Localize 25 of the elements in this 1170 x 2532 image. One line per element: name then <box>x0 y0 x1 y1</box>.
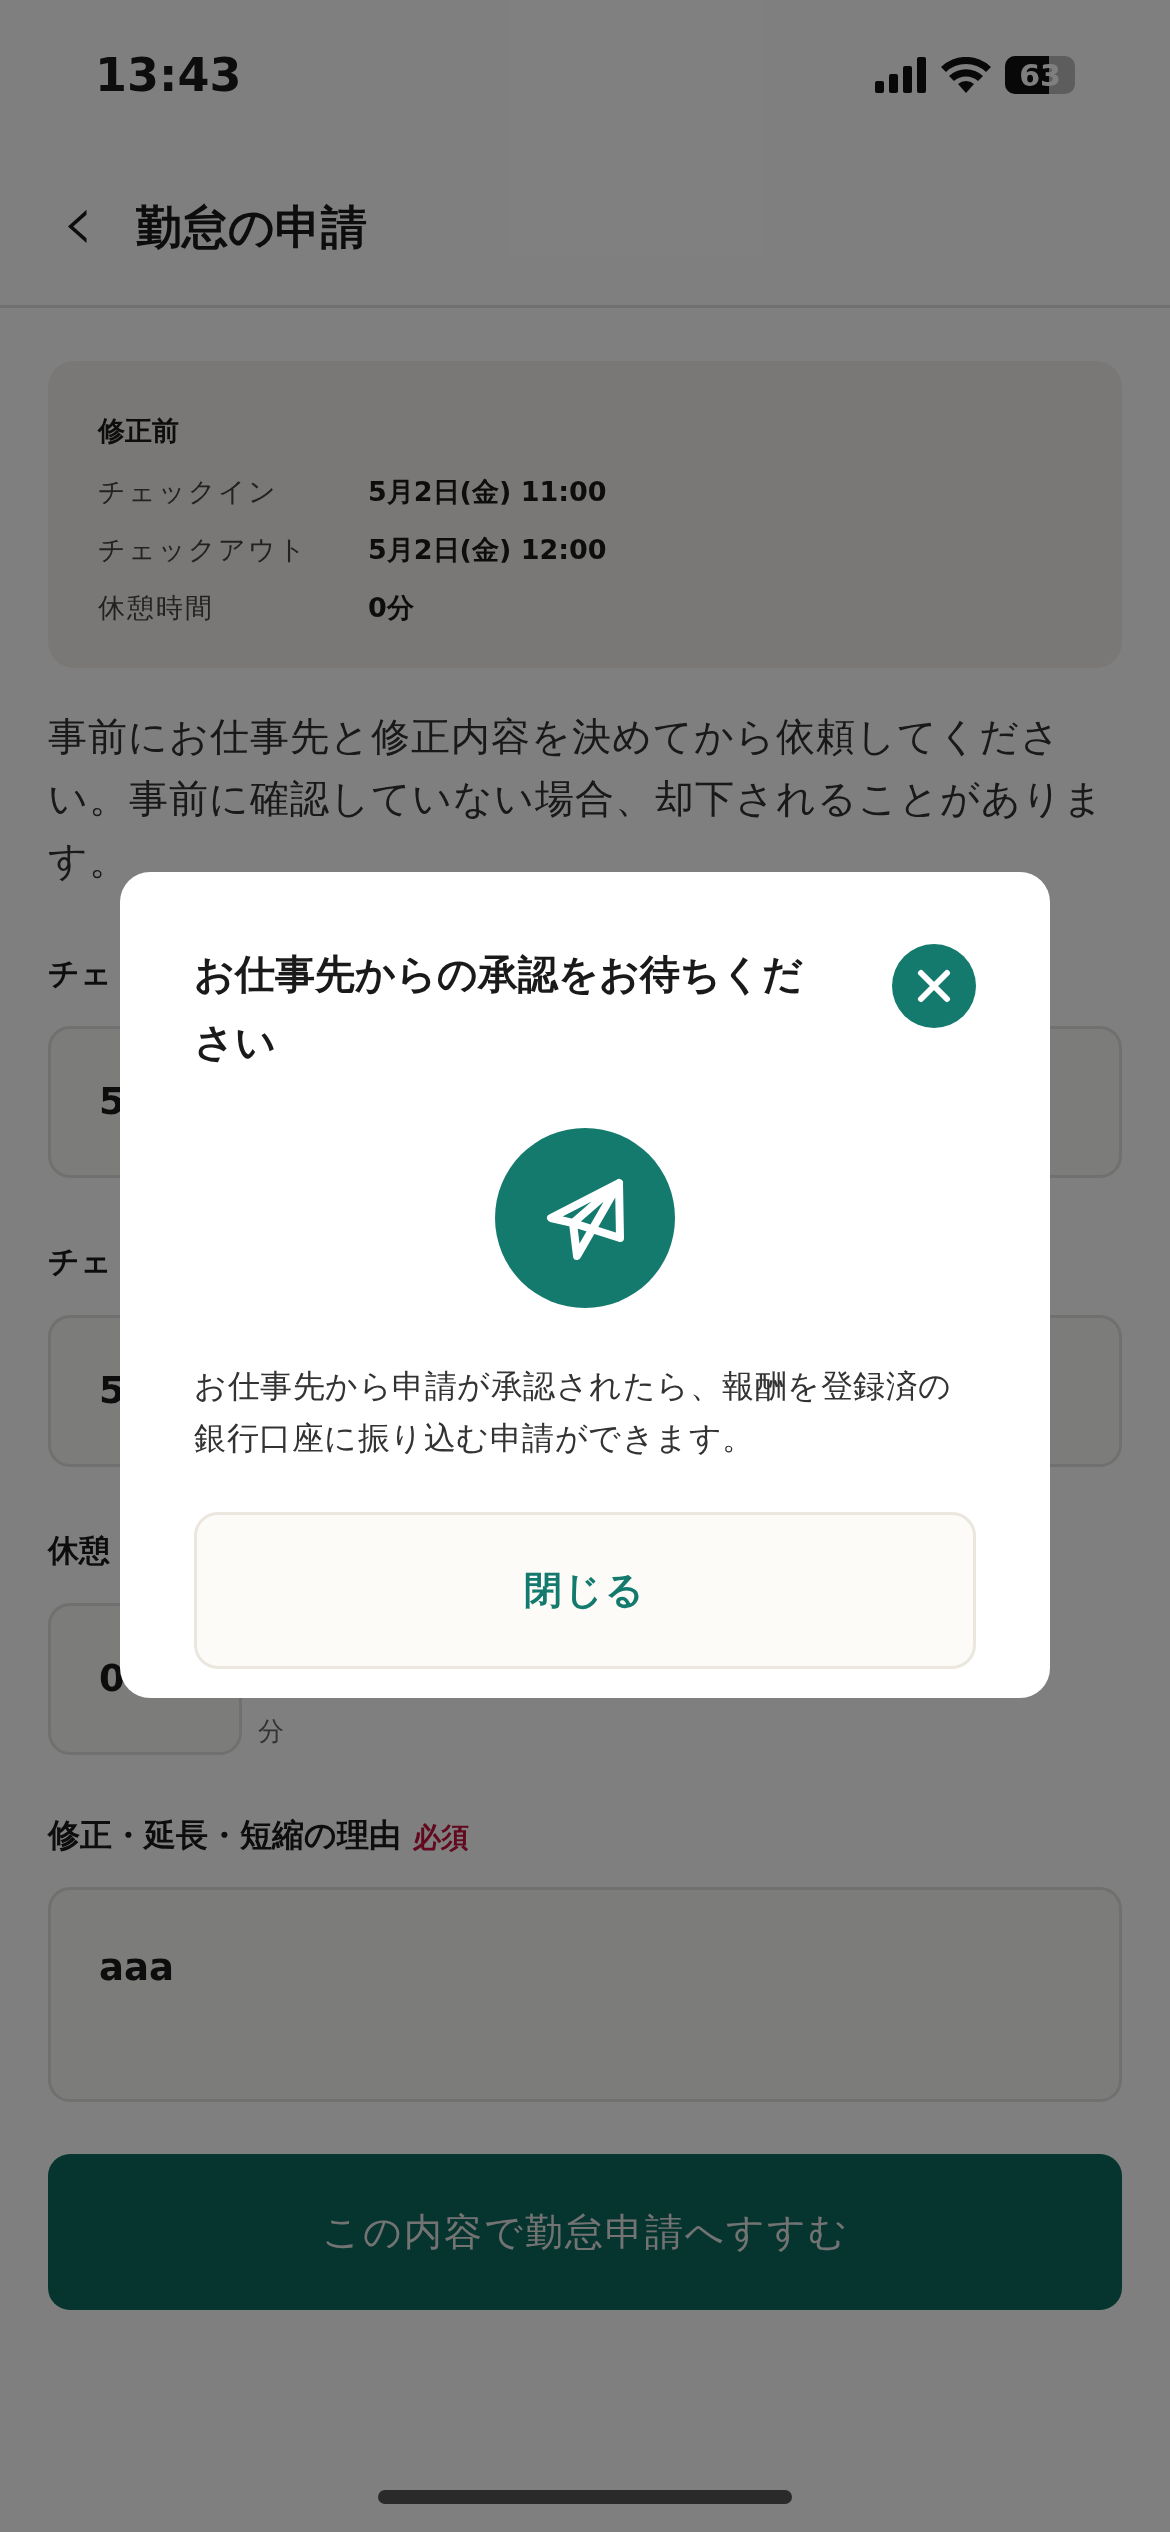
required-tag: 必須 <box>413 1817 469 1859</box>
field-label: 休憩 <box>48 1530 110 1570</box>
wifi-icon <box>941 57 991 93</box>
field-label: チェ <box>48 1242 112 1281</box>
dialog-title: お仕事先からの承認をお待ちください <box>194 950 804 1067</box>
page-title: 勤怠の申請 <box>136 199 367 256</box>
close-icon <box>916 968 952 1004</box>
paper-plane-icon <box>495 1128 675 1308</box>
field-label: 修正・延長・短縮の理由 <box>48 1815 401 1856</box>
status-time: 13:43 <box>95 46 242 104</box>
notice-text: 事前にお仕事先と修正内容を決めてから依頼してください。事前に確認していない場合、却下されることがあります。 <box>48 712 1105 885</box>
signal-icon <box>875 57 927 93</box>
field-label: チェ <box>48 953 112 993</box>
row-label: チェックイン <box>98 474 279 509</box>
reason-field[interactable]: aaa <box>48 1887 1122 2102</box>
back-button[interactable]: ‹ <box>62 182 94 263</box>
card-title: 修正前 <box>98 414 180 448</box>
dialog-message: お仕事先から申請が承認されたら、報酬を登録済の銀行口座に振り込む申請ができます。 <box>194 1366 953 1459</box>
row-label: 休憩時間 <box>98 590 215 625</box>
row-value: 5月2日(金) 11:00 <box>368 474 607 509</box>
close-dialog-button[interactable]: 閉じる <box>194 1512 976 1669</box>
unit-label: 分 <box>258 1715 284 1748</box>
row-label: チェックアウト <box>98 532 309 567</box>
row-value: 5月2日(金) 12:00 <box>368 532 607 567</box>
row-value: 0分 <box>368 590 414 625</box>
